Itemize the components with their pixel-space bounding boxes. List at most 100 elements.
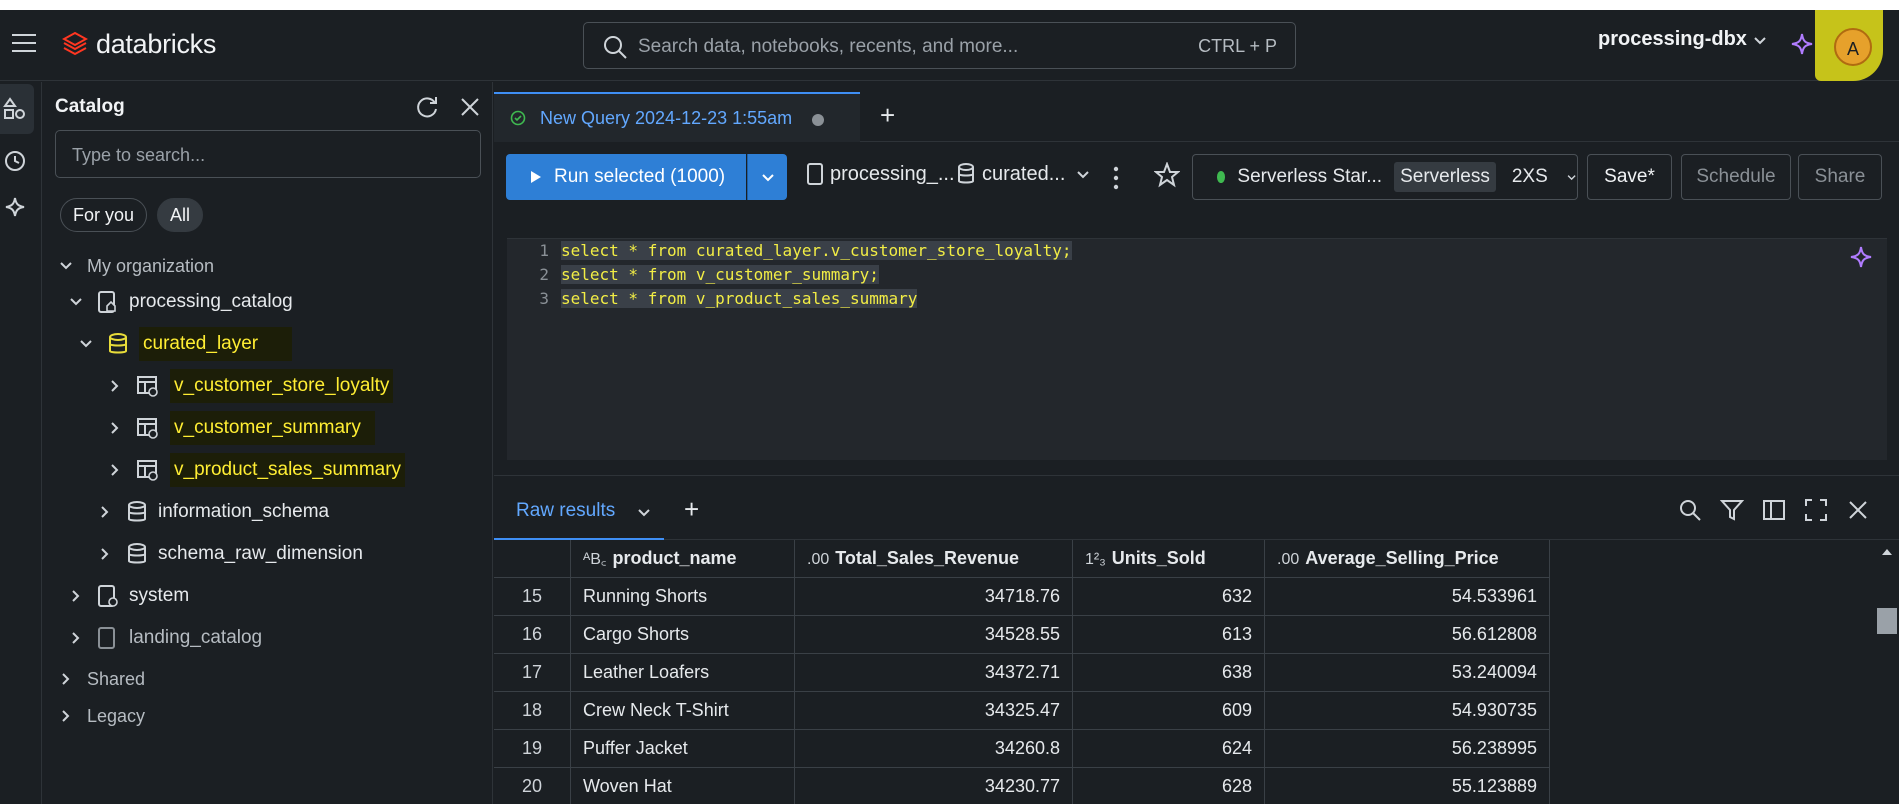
catalog-context-selector[interactable]: processing_...: [806, 162, 955, 186]
assistant-icon[interactable]: [2, 194, 28, 220]
cell-units[interactable]: 632: [1073, 578, 1265, 616]
share-button[interactable]: Share: [1798, 154, 1882, 200]
column-header[interactable]: ᴬB꜀ product_name: [571, 540, 795, 578]
chevron-down-icon: [761, 174, 774, 182]
column-header[interactable]: 1²₃ Units_Sold: [1073, 540, 1265, 578]
columns-icon[interactable]: [1762, 498, 1786, 522]
tab-raw-results[interactable]: Raw results: [494, 476, 664, 540]
cell-product[interactable]: Woven Hat: [571, 768, 795, 804]
menu-icon[interactable]: [12, 34, 36, 54]
table-row[interactable]: 20 Woven Hat 34230.77 628 55.123889: [494, 768, 1550, 804]
cell-units[interactable]: 628: [1073, 768, 1265, 804]
schema-context-selector[interactable]: curated...: [956, 162, 1091, 186]
cell-price[interactable]: 56.612808: [1265, 616, 1550, 654]
logo[interactable]: databricks: [62, 29, 216, 59]
catalog-icon[interactable]: [2, 96, 28, 122]
assistant-sparkle-icon[interactable]: [1849, 245, 1873, 269]
run-selected-button[interactable]: Run selected (1000): [506, 154, 746, 200]
tree-view-customer-summary[interactable]: v_customer_summary: [108, 411, 375, 445]
cell-revenue[interactable]: 34528.55: [795, 616, 1073, 654]
cell-product[interactable]: Crew Neck T-Shirt: [571, 692, 795, 730]
global-search[interactable]: Search data, notebooks, recents, and mor…: [583, 22, 1296, 69]
catalog-icon: [98, 627, 115, 649]
cell-product[interactable]: Running Shorts: [571, 578, 795, 616]
sql-editor[interactable]: 1 select * from curated_layer.v_customer_…: [507, 238, 1887, 460]
more-options-icon[interactable]: [1112, 166, 1120, 190]
tree-processing-catalog[interactable]: processing_catalog: [69, 285, 293, 319]
scroll-up-icon[interactable]: [1875, 544, 1899, 560]
cell-revenue[interactable]: 34718.76: [795, 578, 1073, 616]
run-options-button[interactable]: [747, 154, 787, 200]
table-row[interactable]: 18 Crew Neck T-Shirt 34325.47 609 54.930…: [494, 692, 1550, 730]
cell-price[interactable]: 54.930735: [1265, 692, 1550, 730]
cell-revenue[interactable]: 34325.47: [795, 692, 1073, 730]
close-icon[interactable]: [1846, 498, 1870, 522]
tab-new-query[interactable]: New Query 2024-12-23 1:55am: [494, 92, 860, 142]
cell-price[interactable]: 55.123889: [1265, 768, 1550, 804]
cell-revenue[interactable]: 34372.71: [795, 654, 1073, 692]
star-icon[interactable]: [1154, 162, 1180, 188]
catalog-search-placeholder: Type to search...: [72, 145, 206, 165]
check-circle-icon: [510, 110, 526, 126]
row-index: 17: [494, 654, 571, 692]
workspace-switcher[interactable]: processing-dbx: [1598, 28, 1769, 51]
tree-shared[interactable]: Shared: [59, 662, 145, 696]
results-scrollbar[interactable]: [1874, 540, 1899, 804]
cell-revenue[interactable]: 34230.77: [795, 768, 1073, 804]
view-icon: [137, 376, 158, 397]
compute-selector[interactable]: Serverless Star... Serverless 2XS: [1192, 154, 1578, 200]
filter-icon[interactable]: [1720, 498, 1744, 522]
tree-curated-layer[interactable]: curated_layer: [79, 327, 293, 361]
tree-label: curated_layer: [139, 327, 293, 361]
cell-units[interactable]: 609: [1073, 692, 1265, 730]
cell-units[interactable]: 613: [1073, 616, 1265, 654]
search-icon: [604, 36, 627, 59]
avatar[interactable]: A: [1834, 28, 1872, 66]
assistant-sparkle-icon[interactable]: [1790, 32, 1814, 56]
cell-units[interactable]: 638: [1073, 654, 1265, 692]
results-table: ᴬB꜀ product_name .00 Total_Sales_Revenue 1…: [494, 540, 1550, 804]
cell-units[interactable]: 624: [1073, 730, 1265, 768]
row-index: 18: [494, 692, 571, 730]
tree-system[interactable]: system: [69, 579, 189, 613]
cell-product[interactable]: Leather Loafers: [571, 654, 795, 692]
table-row[interactable]: 19 Puffer Jacket 34260.8 624 56.238995: [494, 730, 1550, 768]
tree-view-product-sales-summary[interactable]: v_product_sales_summary: [108, 453, 406, 487]
catalog-search-input[interactable]: Type to search...: [55, 130, 481, 178]
chevron-right-icon: [111, 464, 119, 476]
expand-icon[interactable]: [1804, 498, 1828, 522]
history-icon[interactable]: [2, 148, 28, 174]
add-tab-button[interactable]: +: [880, 100, 895, 131]
add-visualization-button[interactable]: +: [684, 494, 699, 525]
databricks-logo-icon: [62, 31, 88, 56]
compute-name: Serverless Star...: [1237, 166, 1383, 187]
cell-product[interactable]: Cargo Shorts: [571, 616, 795, 654]
tree-my-organization[interactable]: My organization: [59, 249, 214, 283]
tree-landing-catalog[interactable]: landing_catalog: [69, 621, 262, 655]
system-catalog-icon: [98, 585, 118, 607]
cell-revenue[interactable]: 34260.8: [795, 730, 1073, 768]
cell-price[interactable]: 56.238995: [1265, 730, 1550, 768]
filter-for-you[interactable]: For you: [60, 198, 148, 232]
column-header[interactable]: .00 Average_Selling_Price: [1265, 540, 1550, 578]
save-button[interactable]: Save*: [1587, 154, 1672, 200]
tree-view-customer-store-loyalty[interactable]: v_customer_store_loyalty: [108, 369, 394, 403]
close-icon[interactable]: [457, 94, 483, 120]
table-row[interactable]: 16 Cargo Shorts 34528.55 613 56.612808: [494, 616, 1550, 654]
tree-legacy[interactable]: Legacy: [59, 699, 145, 733]
column-header[interactable]: .00 Total_Sales_Revenue: [795, 540, 1073, 578]
search-icon[interactable]: [1678, 498, 1702, 522]
brand-name: databricks: [96, 28, 217, 59]
cell-product[interactable]: Puffer Jacket: [571, 730, 795, 768]
tree-schema-raw-dimension[interactable]: schema_raw_dimension: [98, 537, 363, 571]
refresh-icon[interactable]: [414, 94, 440, 120]
cell-price[interactable]: 53.240094: [1265, 654, 1550, 692]
filter-all[interactable]: All: [157, 198, 204, 232]
schedule-button[interactable]: Schedule: [1681, 154, 1791, 200]
cell-price[interactable]: 54.533961: [1265, 578, 1550, 616]
tree-information-schema[interactable]: information_schema: [98, 495, 329, 529]
table-row[interactable]: 17 Leather Loafers 34372.71 638 53.24009…: [494, 654, 1550, 692]
column-name: product_name: [612, 548, 737, 568]
scrollbar-thumb[interactable]: [1877, 608, 1897, 634]
table-row[interactable]: 15 Running Shorts 34718.76 632 54.533961: [494, 578, 1550, 616]
